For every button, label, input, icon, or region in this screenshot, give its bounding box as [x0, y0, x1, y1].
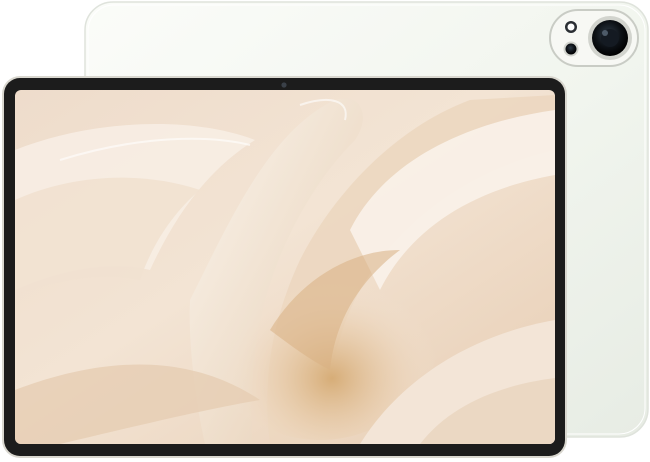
- rear-camera-main-icon: [588, 16, 632, 60]
- tablet-product-image: [0, 0, 650, 462]
- tablet-illustration: [2, 1, 649, 458]
- tablet-front: [2, 76, 567, 458]
- flash-icon: [565, 21, 577, 33]
- rear-camera-secondary-icon: [563, 41, 579, 57]
- front-camera-icon: [281, 82, 287, 88]
- screen-wallpaper: [15, 90, 555, 444]
- camera-module: [549, 9, 639, 67]
